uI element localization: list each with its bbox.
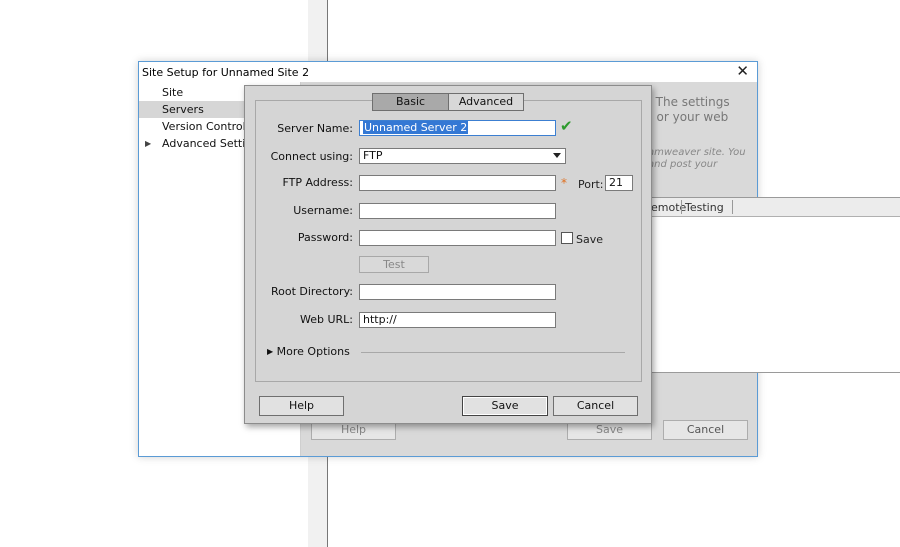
password-label: Password: xyxy=(297,231,353,244)
password-input[interactable] xyxy=(359,230,556,246)
save-button[interactable]: Save xyxy=(462,396,548,416)
table-header: emote Testing xyxy=(649,198,900,217)
more-options-toggle[interactable]: ▶ More Options xyxy=(267,345,350,358)
chevron-down-icon xyxy=(553,153,561,158)
save-password-checkbox[interactable] xyxy=(561,232,573,244)
connect-using-label: Connect using: xyxy=(270,150,353,163)
help-button[interactable]: Help xyxy=(259,396,344,416)
tab-advanced[interactable]: Advanced xyxy=(448,93,524,111)
port-value: 21 xyxy=(609,176,623,189)
valid-check-icon: ✔ xyxy=(560,117,573,135)
web-url-input[interactable]: http:// xyxy=(359,312,556,328)
divider xyxy=(361,352,625,353)
connect-using-select[interactable]: FTP xyxy=(359,148,566,164)
description-line: ) or your web xyxy=(648,110,729,124)
required-star-icon: * xyxy=(561,176,567,190)
server-name-label: Server Name: xyxy=(277,122,353,135)
servers-description: . The settings ) or your web xyxy=(648,95,730,125)
column-divider xyxy=(732,200,733,214)
column-header-testing[interactable]: Testing xyxy=(685,201,724,214)
web-url-value: http:// xyxy=(363,313,397,326)
expand-arrow-icon: ▶ xyxy=(267,347,274,356)
server-name-value: Unnamed Server 2 xyxy=(363,121,469,134)
category-label: Servers xyxy=(162,103,204,116)
port-label: Port: xyxy=(578,178,604,191)
close-icon[interactable]: ✕ xyxy=(736,63,749,79)
username-input[interactable] xyxy=(359,203,556,219)
servers-table[interactable]: emote Testing xyxy=(648,197,900,373)
save-password-label: Save xyxy=(576,233,604,246)
category-label: Site xyxy=(162,86,184,99)
web-url-label: Web URL: xyxy=(299,313,353,326)
cancel-button[interactable]: Cancel xyxy=(553,396,638,416)
port-input[interactable]: 21 xyxy=(605,175,633,191)
ftp-address-label: FTP Address: xyxy=(282,176,354,189)
server-settings-dialog: Basic Advanced Server Name: Unnamed Serv… xyxy=(244,85,652,424)
connect-using-value: FTP xyxy=(363,149,383,162)
note-line: amweaver site. You xyxy=(648,147,746,158)
window-title: Site Setup for Unnamed Site 2 xyxy=(142,66,310,79)
expand-arrow-icon[interactable]: ▶ xyxy=(145,135,151,152)
root-directory-input[interactable] xyxy=(359,284,556,300)
root-directory-label: Root Directory: xyxy=(270,285,353,298)
ftp-address-input[interactable] xyxy=(359,175,556,191)
test-button[interactable]: Test xyxy=(359,256,429,273)
outer-cancel-button[interactable]: Cancel xyxy=(663,420,748,440)
username-label: Username: xyxy=(293,204,353,217)
tab-basic[interactable]: Basic xyxy=(372,93,449,111)
more-options-label: More Options xyxy=(276,345,350,358)
servers-note: amweaver site. You and post your xyxy=(648,147,746,171)
column-divider xyxy=(681,200,682,214)
title-bar: Site Setup for Unnamed Site 2 ✕ xyxy=(139,62,757,82)
note-line: and post your xyxy=(648,159,718,170)
description-line: . The settings xyxy=(648,95,730,109)
server-name-input[interactable]: Unnamed Server 2 xyxy=(359,120,556,136)
